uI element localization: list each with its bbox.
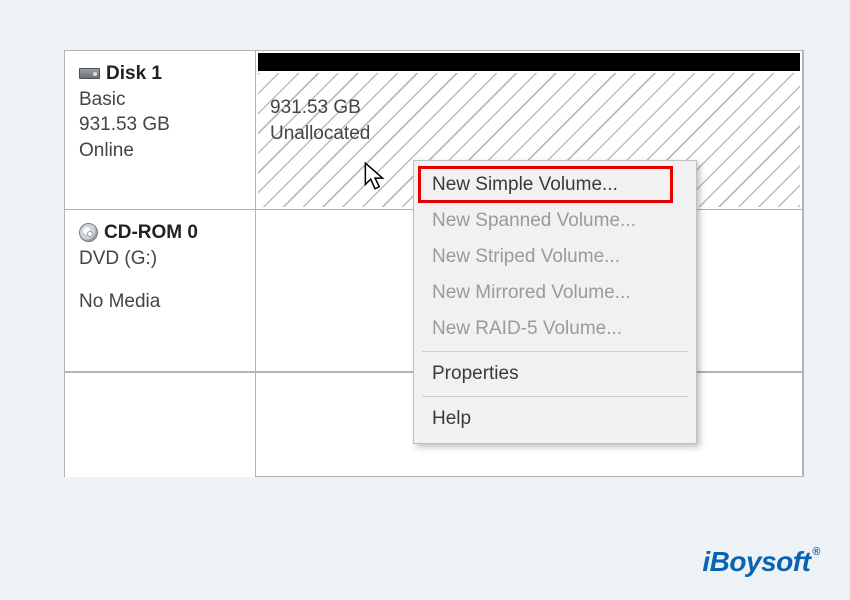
watermark-text: iBoysoft: [702, 546, 810, 577]
menu-new-simple-volume[interactable]: New Simple Volume...: [416, 167, 694, 203]
menu-separator: [422, 351, 688, 352]
disk-name: Disk 1: [106, 61, 162, 87]
disk-label-disk1[interactable]: Disk 1 Basic 931.53 GB Online: [65, 51, 256, 209]
volume-header-bar: [258, 53, 800, 71]
menu-new-raid5-volume: New RAID-5 Volume...: [416, 311, 694, 347]
cd-icon: [79, 223, 98, 242]
context-menu: New Simple Volume... New Spanned Volume.…: [413, 160, 697, 444]
menu-new-spanned-volume: New Spanned Volume...: [416, 203, 694, 239]
disk-type: Basic: [79, 87, 243, 113]
hdd-icon: [79, 68, 100, 79]
disk-size: 931.53 GB: [79, 112, 243, 138]
watermark-logo: iBoysoft®: [702, 546, 820, 578]
menu-help[interactable]: Help: [416, 401, 694, 437]
cdrom-status: No Media: [79, 289, 243, 315]
disk-status: Online: [79, 138, 243, 164]
cdrom-type: DVD (G:): [79, 246, 243, 272]
menu-separator: [422, 396, 688, 397]
menu-new-striped-volume: New Striped Volume...: [416, 239, 694, 275]
cdrom-name: CD-ROM 0: [104, 220, 198, 246]
menu-properties[interactable]: Properties: [416, 356, 694, 392]
menu-new-mirrored-volume: New Mirrored Volume...: [416, 275, 694, 311]
volume-state: Unallocated: [270, 121, 800, 147]
disk-label-cdrom[interactable]: CD-ROM 0 DVD (G:) No Media: [65, 210, 256, 371]
blank-label-cell: [65, 373, 256, 477]
volume-size: 931.53 GB: [270, 95, 800, 121]
